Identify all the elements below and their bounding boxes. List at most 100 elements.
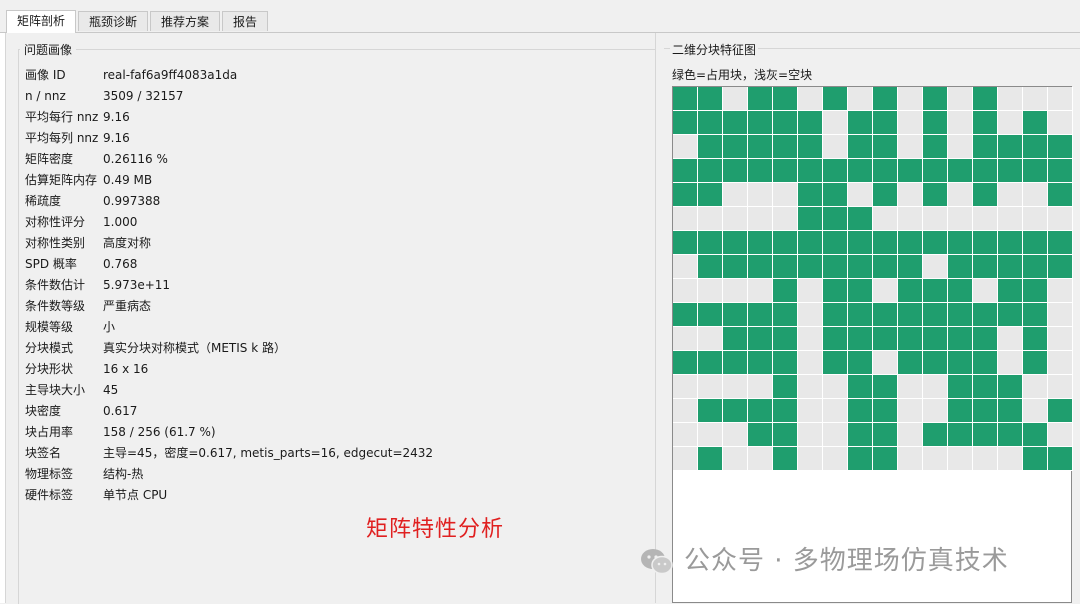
tab-report[interactable]: 报告: [222, 11, 269, 31]
property-value: 45: [103, 383, 119, 397]
occupied-block: [723, 135, 748, 159]
occupied-block: [873, 255, 898, 279]
empty-block: [1048, 423, 1073, 447]
empty-block: [998, 327, 1023, 351]
occupied-block: [848, 111, 873, 135]
occupied-block: [973, 327, 998, 351]
occupied-block: [998, 231, 1023, 255]
property-value: 0.617: [103, 404, 138, 418]
empty-block: [723, 279, 748, 303]
occupied-block: [1048, 159, 1073, 183]
occupied-block: [773, 159, 798, 183]
empty-block: [873, 207, 898, 231]
occupied-block: [998, 303, 1023, 327]
occupied-block: [898, 231, 923, 255]
occupied-block: [773, 399, 798, 423]
occupied-block: [948, 279, 973, 303]
occupied-block: [998, 279, 1023, 303]
occupied-block: [848, 423, 873, 447]
empty-block: [1048, 375, 1073, 399]
empty-block: [798, 327, 823, 351]
empty-block: [723, 207, 748, 231]
empty-block: [673, 375, 698, 399]
occupied-block: [823, 279, 848, 303]
empty-block: [823, 447, 848, 471]
empty-block: [1023, 207, 1048, 231]
empty-block: [673, 399, 698, 423]
occupied-block: [1023, 231, 1048, 255]
empty-block: [948, 111, 973, 135]
occupied-block: [948, 375, 973, 399]
occupied-block: [973, 399, 998, 423]
occupied-block: [1023, 351, 1048, 375]
occupied-block: [773, 375, 798, 399]
occupied-block: [1048, 231, 1073, 255]
occupied-block: [798, 183, 823, 207]
property-key: 分块形状: [25, 362, 74, 376]
occupied-block: [1023, 303, 1048, 327]
property-key: 条件数估计: [25, 278, 86, 292]
empty-block: [1048, 351, 1073, 375]
occupied-block: [748, 159, 773, 183]
occupied-block: [698, 135, 723, 159]
property-key: SPD 概率: [25, 257, 77, 271]
occupied-block: [773, 231, 798, 255]
occupied-block: [748, 399, 773, 423]
property-key: 物理标签: [25, 467, 74, 481]
empty-block: [898, 447, 923, 471]
occupied-block: [673, 351, 698, 375]
occupied-block: [748, 111, 773, 135]
empty-block: [823, 375, 848, 399]
tab-matrix-analysis[interactable]: 矩阵剖析: [6, 10, 77, 33]
property-key: 对称性评分: [25, 215, 86, 229]
occupied-block: [923, 111, 948, 135]
empty-block: [673, 327, 698, 351]
empty-block: [798, 351, 823, 375]
empty-block: [923, 255, 948, 279]
occupied-block: [773, 279, 798, 303]
occupied-block: [848, 351, 873, 375]
occupied-block: [1023, 327, 1048, 351]
occupied-block: [748, 423, 773, 447]
occupied-block: [873, 135, 898, 159]
block-map-legend: 绿色=占用块，浅灰=空块: [672, 68, 813, 82]
property-key: 平均每行 nnz: [25, 110, 99, 124]
property-value: 小: [103, 320, 116, 334]
property-value: 主导=45，密度=0.617, metis_parts=16, edgecut=…: [103, 446, 434, 460]
empty-block: [798, 375, 823, 399]
occupied-block: [1048, 255, 1073, 279]
empty-block: [798, 399, 823, 423]
panel-splitter[interactable]: [655, 33, 664, 603]
property-value: 9.16: [103, 110, 130, 124]
occupied-block: [948, 255, 973, 279]
occupied-block: [873, 231, 898, 255]
occupied-block: [848, 447, 873, 471]
occupied-block: [1048, 399, 1073, 423]
occupied-block: [873, 399, 898, 423]
empty-block: [723, 183, 748, 207]
property-key: 块签名: [25, 446, 62, 460]
empty-block: [973, 279, 998, 303]
occupied-block: [1048, 183, 1073, 207]
property-value: 单节点 CPU: [103, 488, 168, 502]
empty-block: [673, 207, 698, 231]
occupied-block: [823, 183, 848, 207]
occupied-block: [773, 135, 798, 159]
empty-block: [998, 447, 1023, 471]
empty-block: [748, 207, 773, 231]
empty-block: [973, 207, 998, 231]
tab-recommendation[interactable]: 推荐方案: [150, 11, 221, 31]
property-key: 块密度: [25, 404, 62, 418]
occupied-block: [973, 231, 998, 255]
empty-block: [948, 87, 973, 111]
property-value: 5.973e+11: [103, 278, 171, 292]
occupied-block: [823, 159, 848, 183]
occupied-block: [898, 279, 923, 303]
occupied-block: [873, 111, 898, 135]
occupied-block: [973, 159, 998, 183]
tab-bottleneck-diagnosis[interactable]: 瓶颈诊断: [78, 11, 149, 31]
occupied-block: [898, 255, 923, 279]
property-key: 主导块大小: [25, 383, 86, 397]
property-key: 规模等级: [25, 320, 74, 334]
occupied-block: [748, 327, 773, 351]
